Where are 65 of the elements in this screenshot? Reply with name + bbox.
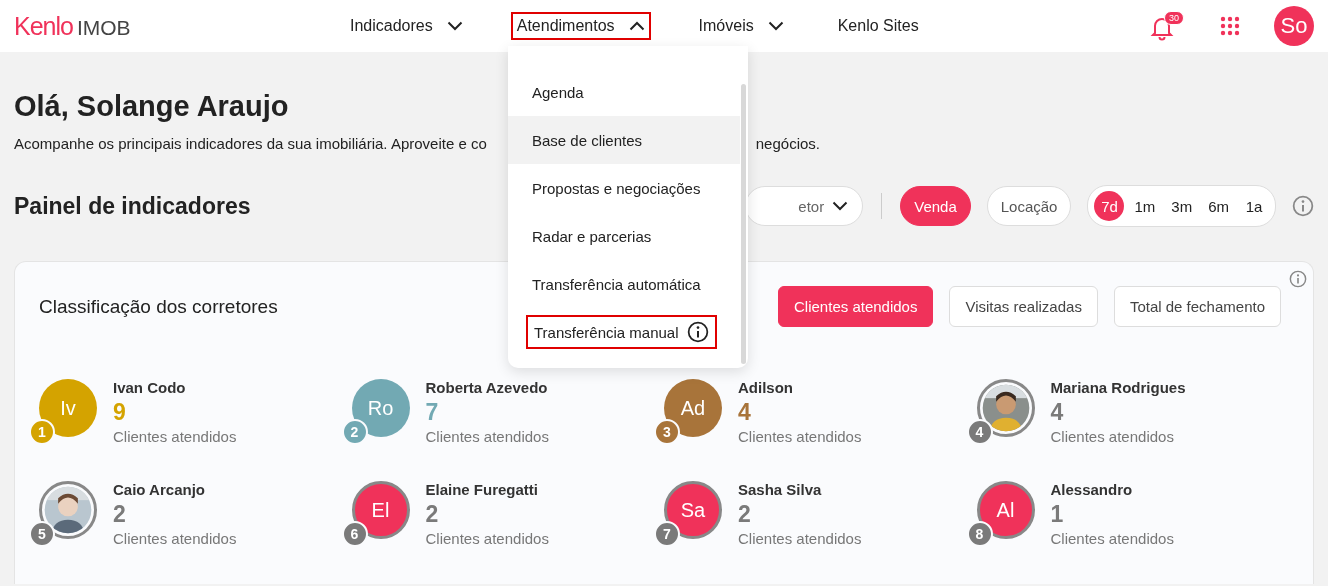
broker-caption: Clientes atendidos (738, 530, 862, 547)
rank-badge: 1 (29, 419, 55, 445)
broker-filter-dropdown[interactable]: etor (745, 186, 864, 226)
metric-tab[interactable]: Total de fechamento (1113, 286, 1281, 327)
period-option[interactable]: 1m (1128, 191, 1162, 221)
broker-caption: Clientes atendidos (425, 530, 549, 547)
broker-caption: Clientes atendidos (738, 428, 862, 445)
broker-count: 7 (425, 399, 440, 426)
period-option[interactable]: 6m (1202, 191, 1235, 221)
period-option[interactable]: 1a (1239, 191, 1269, 221)
broker-name: Alessandro (1050, 481, 1134, 498)
rank-badge: 6 (341, 521, 368, 547)
caret-icon (832, 201, 849, 211)
rank-badge: 7 (654, 521, 680, 547)
broker-count: 2 (113, 501, 127, 528)
subtitle-text: Acompanhe os principais indicadores da sua imobiliária. Aproveite e co (14, 135, 487, 152)
kenlo-logo: Kenlo (14, 11, 73, 41)
subtitle-text: negócios. (755, 135, 820, 152)
info-icon[interactable] (1289, 270, 1307, 288)
broker-name: Ivan Codo (113, 379, 187, 396)
metric-tab[interactable]: Clientes atendidos (778, 286, 934, 327)
broker-caption: Clientes atendidos (1050, 530, 1174, 547)
nav-menu-item[interactable]: Indicadores (344, 12, 469, 40)
broker-count: 9 (113, 399, 127, 426)
deal-type-toggle[interactable]: Venda (900, 186, 971, 226)
info-icon[interactable] (1292, 195, 1314, 217)
caret-icon (767, 21, 784, 31)
broker-name: Adilson (738, 379, 794, 396)
card-title: Classificação dos corretores (39, 295, 278, 318)
nav-menu-item[interactable]: Imóveis (692, 12, 790, 40)
notification-count: 30 (1164, 11, 1184, 25)
product-name: IMOB (76, 15, 131, 40)
rank-badge: 4 (966, 419, 993, 445)
broker-name: Mariana Rodrigues (1050, 379, 1186, 396)
broker-count: 4 (738, 399, 752, 426)
rank-badge: 8 (966, 521, 993, 547)
period-option[interactable]: 3m (1165, 191, 1199, 221)
nav-menu-item[interactable]: Atendimentos (510, 12, 651, 40)
rank-badge: 3 (654, 419, 680, 445)
broker-name: Roberta Azevedo (425, 379, 549, 396)
metric-tab[interactable]: Visitas realizadas (949, 286, 1098, 327)
menu-item[interactable]: Base de clientes (508, 116, 740, 164)
deal-type-toggle[interactable]: Locação (986, 186, 1072, 226)
broker-caption: Clientes atendidos (425, 428, 549, 445)
apps-grid-icon[interactable] (1220, 16, 1240, 36)
nav-menu-item[interactable]: Kenlo Sites (831, 12, 925, 40)
greeting-title: Olá, Solange Araujo (14, 90, 289, 123)
broker-count: 2 (425, 501, 440, 528)
broker-count: 2 (738, 501, 752, 528)
menu-item[interactable]: Transferência manual (526, 315, 717, 349)
user-avatar[interactable]: So (1274, 6, 1314, 46)
broker-count: 1 (1050, 501, 1065, 528)
broker-caption: Clientes atendidos (113, 428, 237, 445)
broker-caption: Clientes atendidos (1050, 428, 1175, 445)
broker-name: Elaine Furegatti (425, 481, 540, 498)
panel-title: Painel de indicadores (14, 192, 251, 220)
broker-count: 4 (1050, 399, 1065, 426)
broker-name: Caio Arcanjo (113, 481, 206, 498)
broker-caption: Clientes atendidos (113, 530, 237, 547)
caret-icon (446, 21, 463, 31)
period-option[interactable]: 7d (1094, 191, 1125, 221)
caret-icon (628, 21, 645, 31)
broker-name: Sasha Silva (738, 481, 823, 498)
rank-badge: 2 (341, 419, 368, 445)
rank-badge: 5 (29, 521, 55, 547)
